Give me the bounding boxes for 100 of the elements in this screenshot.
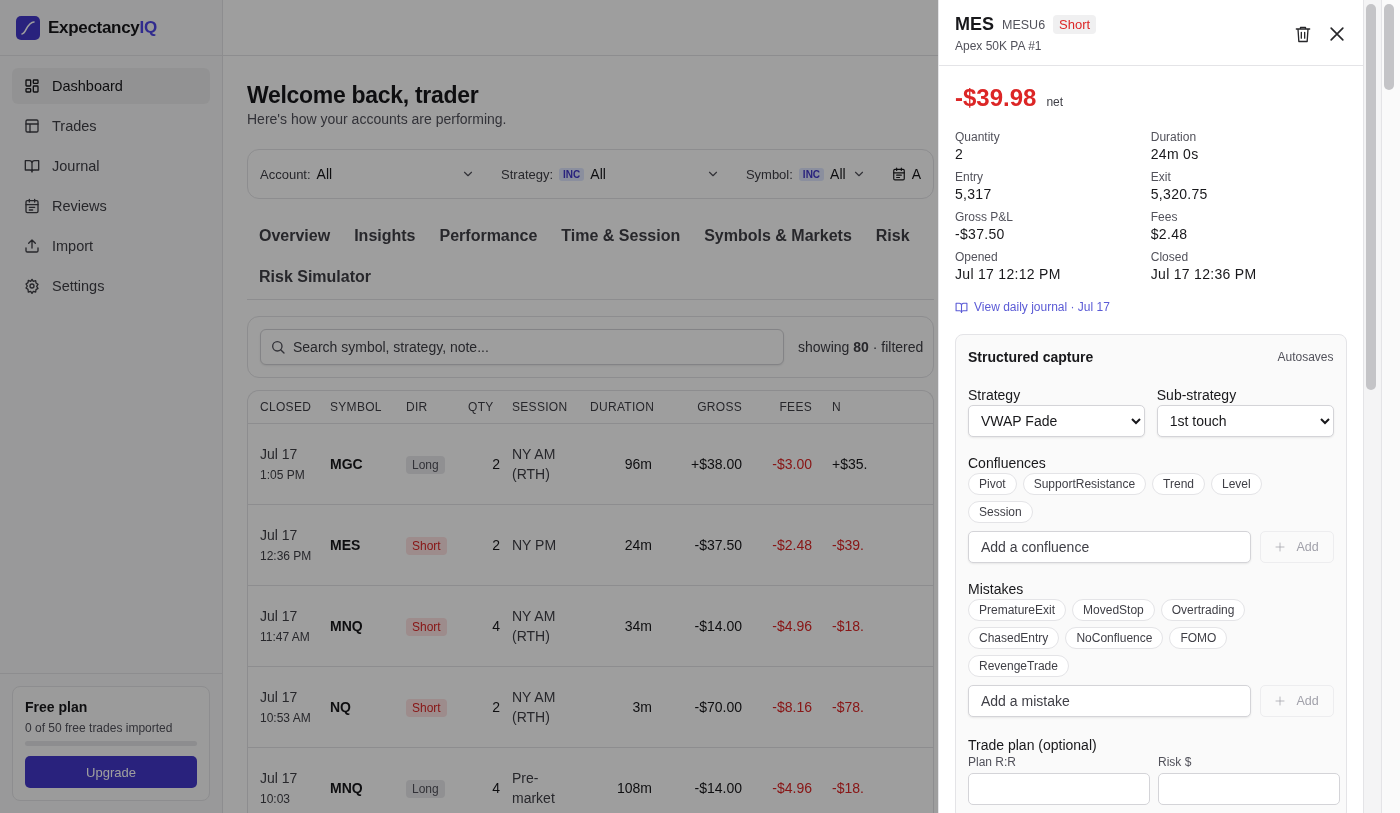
tag-input-field[interactable]: Add a mistake <box>968 685 1251 717</box>
page-subtitle: Here's how your accounts are performing. <box>247 111 508 127</box>
direction-tag: Short <box>406 618 447 636</box>
tag-chip[interactable]: PrematureExit <box>968 599 1067 621</box>
tab[interactable]: Symbols & Markets <box>692 217 864 258</box>
tab[interactable]: Overview <box>247 217 343 258</box>
table-cell: 96m <box>584 423 658 505</box>
dropdown[interactable]: VWAP Fade <box>968 405 1145 437</box>
column-header[interactable]: N <box>818 391 933 424</box>
dashboard-icon <box>24 78 40 94</box>
filter-value[interactable]: All <box>590 166 606 182</box>
section-label: Confluences <box>968 455 1047 471</box>
stat-label: Duration <box>1150 130 1198 144</box>
tab[interactable]: Risk <box>863 217 922 258</box>
capture-title: Structured capture <box>968 349 1094 365</box>
direction-tag: Long <box>406 780 445 798</box>
direction-tag: Long <box>406 456 445 474</box>
sidebar-item[interactable]: Settings <box>12 268 210 304</box>
sidebar-item-label: Journal <box>52 158 100 174</box>
table-cell: 2 <box>462 423 506 505</box>
table-cell: -$78. <box>818 666 933 748</box>
tag-chip[interactable]: Pivot <box>968 473 1017 495</box>
tag-chip[interactable]: ChasedEntry <box>968 627 1060 649</box>
tag-input-field[interactable]: Add a confluence <box>968 531 1251 563</box>
sidebar-item[interactable]: Reviews <box>12 188 210 224</box>
column-header[interactable]: GROSS <box>658 391 748 424</box>
book-icon <box>955 300 968 314</box>
account-name: Apex 50K PA #1 <box>955 39 1043 53</box>
date-filter-value[interactable]: A <box>911 166 921 182</box>
filter-value[interactable]: All <box>316 166 333 182</box>
sidebar-item[interactable]: Import <box>12 228 210 264</box>
table-cell: -$18. <box>818 585 933 667</box>
upgrade-button[interactable]: Upgrade <box>25 756 197 788</box>
column-header[interactable]: DIR <box>400 391 462 424</box>
table-cell: NY AM (RTH) <box>506 585 584 667</box>
column-header[interactable]: CLOSED <box>248 391 324 424</box>
search-icon <box>270 339 286 355</box>
column-header[interactable]: SYMBOL <box>324 391 400 424</box>
column-header[interactable]: QTY <box>462 391 506 424</box>
tag-chip[interactable]: Level <box>1211 473 1262 495</box>
daily-journal-link[interactable]: View daily journal · Jul 17 <box>955 300 1110 314</box>
tag-chip[interactable]: Trend <box>1152 473 1205 495</box>
table-cell: Pre-market <box>506 747 584 813</box>
dropdown[interactable]: 1st touch <box>1156 405 1334 437</box>
table-cell: NY PM <box>506 504 584 586</box>
table-cell: MNQ <box>324 585 400 667</box>
table-cell: +$35. <box>818 423 933 505</box>
tag-chip[interactable]: RevengeTrade <box>968 655 1069 677</box>
table-cell: +$38.00 <box>658 423 748 505</box>
table-cell: 24m <box>584 504 658 586</box>
tag-chip[interactable]: SupportResistance <box>1022 473 1147 495</box>
settings-icon <box>24 278 40 294</box>
stat-label: Quantity <box>955 130 1001 144</box>
tag-chip[interactable]: NoConfluence <box>1065 627 1164 649</box>
tag-chip[interactable]: Session <box>968 501 1033 523</box>
tag-chip[interactable]: Overtrading <box>1160 599 1246 621</box>
tag-chip[interactable]: FOMO <box>1169 627 1228 649</box>
include-badge[interactable]: INC <box>798 167 825 181</box>
table-cell: -$8.16 <box>748 666 818 748</box>
calendar-icon[interactable] <box>891 167 906 181</box>
table-cell: MGC <box>324 423 400 505</box>
table-cell: Jul 17 12:36 PM <box>248 504 324 586</box>
stat-value: Jul 17 12:36 PM <box>1150 266 1258 282</box>
tab[interactable]: Risk Simulator <box>247 258 384 299</box>
backdrop-overlay[interactable] <box>0 0 938 813</box>
plan-usage-text: 0 of 50 free trades imported <box>25 721 174 735</box>
table-cell: 4 <box>462 747 506 813</box>
plus-icon <box>1274 695 1287 707</box>
table-cell: -$70.00 <box>658 666 748 748</box>
column-header[interactable]: SESSION <box>506 391 584 424</box>
column-header[interactable]: FEES <box>748 391 818 424</box>
tag-chip[interactable]: MovedStop <box>1072 599 1155 621</box>
sidebar-item[interactable]: Journal <box>12 148 210 184</box>
tab[interactable]: Time & Session <box>549 217 693 258</box>
table-cell: 4 <box>462 585 506 667</box>
table-cell: -$14.00 <box>658 747 748 813</box>
table-cell: -$37.50 <box>658 504 748 586</box>
table-cell: -$4.96 <box>748 747 818 813</box>
column-header[interactable]: DURATION <box>584 391 658 424</box>
table-cell: Jul 17 10:03 <box>248 747 324 813</box>
input-field[interactable] <box>968 773 1150 805</box>
scrollbar-thumb[interactable] <box>1384 4 1395 90</box>
search-field[interactable]: Search symbol, strategy, note... <box>260 329 784 365</box>
result-count-text: showing 80 · filtered <box>798 339 924 355</box>
scrollbar-thumb[interactable] <box>1365 4 1376 390</box>
input-field[interactable] <box>1158 773 1340 805</box>
stat-value: 5,317 <box>955 186 993 202</box>
brand-name: ExpectancyIQ <box>48 17 157 38</box>
page-title: Welcome back, trader <box>247 82 480 109</box>
stat-value: 24m 0s <box>1150 146 1200 162</box>
tab[interactable]: Insights <box>342 217 428 258</box>
table-cell: Jul 17 10:53 AM <box>248 666 324 748</box>
sidebar-item[interactable]: Dashboard <box>12 68 210 104</box>
logo-icon <box>16 15 40 40</box>
plus-icon <box>1274 541 1287 553</box>
filter-value[interactable]: All <box>830 166 846 182</box>
autosave-status: Autosaves <box>1277 350 1334 364</box>
include-badge[interactable]: INC <box>559 167 585 181</box>
sidebar-item[interactable]: Trades <box>12 108 210 144</box>
tab[interactable]: Performance <box>427 217 550 258</box>
